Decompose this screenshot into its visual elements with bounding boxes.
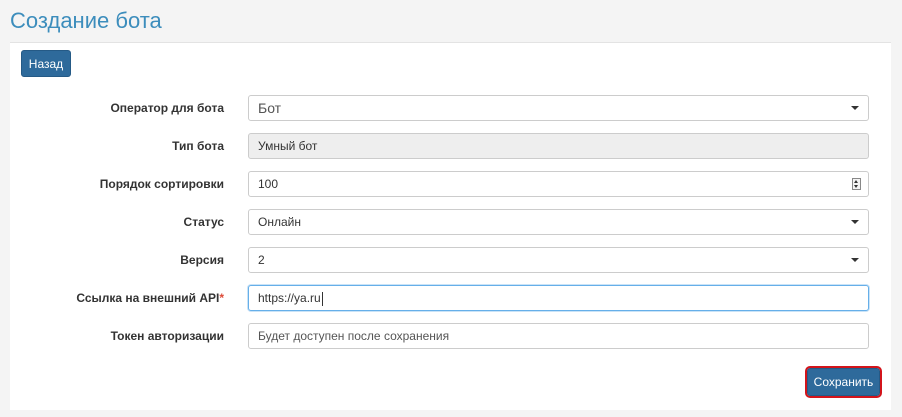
operator-select-value: Бот [258,100,282,116]
auth-token-label: Токен авторизации [110,329,224,343]
version-select-value: 2 [258,253,265,267]
caret-down-icon [851,258,859,262]
bot-type-field: Умный бот [248,133,869,159]
version-select[interactable]: 2 [248,247,869,273]
version-label: Версия [180,253,224,267]
form-row-bot-type: Тип бота Умный бот [10,133,891,159]
bot-type-label: Тип бота [172,139,224,153]
spinner-icon[interactable] [852,178,861,190]
api-url-value: https://ya.ru [258,291,321,305]
form-row-api-url: Ссылка на внешний API* https://ya.ru [10,285,891,311]
auth-token-input[interactable]: Будет доступен после сохранения [248,323,869,349]
text-cursor [321,291,323,306]
form-row-version: Версия 2 [10,247,891,273]
status-label: Статус [183,215,224,229]
status-select-value: Онлайн [258,215,301,229]
sort-order-label: Порядок сортировки [99,177,224,191]
caret-down-icon [851,106,859,110]
page-title: Создание бота [10,8,162,33]
form-row-operator: Оператор для бота Бот [10,95,891,121]
caret-down-icon [851,220,859,224]
api-url-input[interactable]: https://ya.ru [248,285,869,311]
required-mark: * [219,291,224,305]
operator-select[interactable]: Бот [248,95,869,121]
bot-type-value: Умный бот [258,139,318,153]
form-panel: Назад Оператор для бота Бот Тип бота Умн… [10,42,891,410]
save-button[interactable]: Сохранить [805,366,882,398]
form-row-auth-token: Токен авторизации Будет доступен после с… [10,323,891,349]
sort-order-value: 100 [258,177,279,191]
api-url-label: Ссылка на внешний API* [76,285,224,311]
status-select[interactable]: Онлайн [248,209,869,235]
sort-order-input[interactable]: 100 [248,171,869,197]
api-url-label-text: Ссылка на внешний API [76,291,220,305]
auth-token-placeholder: Будет доступен после сохранения [258,329,450,343]
back-button[interactable]: Назад [21,50,71,77]
operator-label: Оператор для бота [110,101,224,115]
form-row-status: Статус Онлайн [10,209,891,235]
form-row-sort-order: Порядок сортировки 100 [10,171,891,197]
